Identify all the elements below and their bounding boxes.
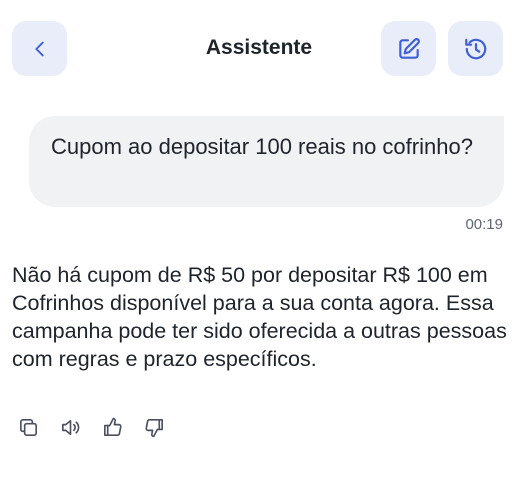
history-icon (464, 38, 486, 59)
copy-button[interactable] (17, 416, 40, 439)
read-aloud-button[interactable] (59, 416, 82, 439)
history-button[interactable] (448, 21, 503, 76)
message-timestamp: 00:19 (465, 216, 503, 233)
thumbs-up-icon (104, 417, 122, 436)
speaker-icon (62, 419, 80, 436)
assistant-message-text: Não há cupom de R$ 50 por depositar R$ 1… (12, 263, 507, 371)
thumbs-down-icon (145, 419, 163, 438)
page-title: Assistente (205, 36, 313, 59)
user-message-bubble: Cupom ao depositar 100 reais no cofrinho… (29, 116, 504, 207)
edit-button[interactable] (381, 21, 436, 76)
user-message-text: Cupom ao depositar 100 reais no cofrinho… (51, 134, 473, 159)
dislike-button[interactable] (143, 416, 166, 439)
message-actions (17, 416, 166, 439)
copy-icon (20, 419, 37, 436)
like-button[interactable] (101, 416, 124, 439)
edit-icon (398, 37, 420, 59)
